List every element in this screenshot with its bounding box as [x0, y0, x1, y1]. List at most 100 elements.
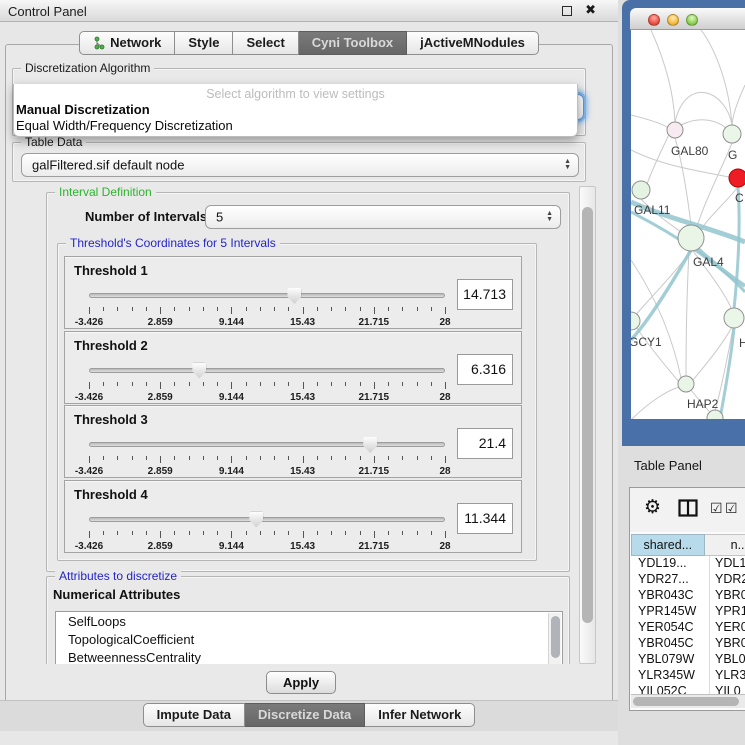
threshold-slider[interactable]: -3.4262.8599.14415.4321.71528 [89, 362, 445, 402]
zoom-traffic-light-icon[interactable] [686, 14, 698, 26]
threshold-value-field[interactable]: 14.713 [457, 279, 513, 310]
slider-thumb[interactable] [287, 288, 301, 304]
network-node-hap2[interactable] [678, 376, 694, 392]
table-row[interactable]: YBR043CYBR0 [631, 588, 745, 604]
threshold-slider[interactable]: -3.4262.8599.14415.4321.71528 [89, 511, 445, 551]
table-data-select[interactable]: galFiltered.sif default node ▲▼ [21, 153, 579, 177]
tab-jactivemnodules[interactable]: jActiveMNodules [407, 31, 539, 55]
network-node-g[interactable] [723, 125, 741, 143]
tick-mark [103, 456, 104, 460]
control-panel-tabbar: NetworkStyleSelectCyni ToolboxjActiveMNo… [0, 31, 618, 55]
tick-mark [388, 531, 389, 535]
table-row[interactable]: YBR045CYBR0 [631, 636, 745, 652]
thresholds-group-label: Threshold's Coordinates for 5 Intervals [66, 236, 280, 251]
cell-shared-name: YIL052C [638, 684, 687, 694]
table-row[interactable]: YIL052CYIL0 [631, 684, 745, 694]
tick-label: -3.426 [75, 392, 103, 403]
table-row[interactable]: YDL19...YDL1 [631, 556, 745, 572]
tab-discretize-data[interactable]: Discretize Data [245, 703, 365, 727]
attribute-item-betweennesscentrality[interactable]: BetweennessCentrality [56, 648, 562, 664]
settings-scrollbar-thumb[interactable] [582, 207, 593, 623]
table-row[interactable]: YPR145WYPR1 [631, 604, 745, 620]
slider-thumb[interactable] [363, 437, 377, 453]
numerical-attributes-list[interactable]: SelfLoopsTopologicalCoefficientBetweenne… [55, 611, 563, 664]
tick-mark [317, 382, 318, 386]
close-traffic-light-icon[interactable] [648, 14, 660, 26]
attributes-scrollbar-thumb[interactable] [551, 616, 560, 658]
threshold-label: Threshold 2 [74, 338, 148, 353]
column-header-name[interactable]: n... [705, 534, 745, 556]
interval-definition-group: Interval Definition Number of Intervals … [46, 192, 570, 572]
tick-mark [260, 382, 261, 386]
table-data-label: Table Data [21, 135, 86, 150]
number-of-intervals-select[interactable]: 5 ▲▼ [205, 205, 561, 229]
tick-mark [317, 307, 318, 311]
table-hscrollbar-thumb[interactable] [633, 697, 739, 706]
network-node-gal4[interactable] [678, 225, 704, 251]
network-node-h[interactable] [724, 308, 744, 328]
gear-icon[interactable]: ⚙ [644, 496, 661, 519]
column-header-shared[interactable]: shared... [631, 534, 705, 556]
slider-thumb[interactable] [249, 512, 263, 528]
checked-checkbox-icon[interactable]: ☑ [710, 500, 723, 517]
tick-mark [246, 531, 247, 535]
network-canvas[interactable]: GAL80GCGAL11GAL4GCY1HHAP2 [631, 30, 745, 419]
tick-mark [431, 531, 432, 535]
network-node-gal11[interactable] [632, 181, 650, 199]
node-label-gcy1: GCY1 [631, 335, 662, 349]
attribute-item-topologicalcoefficient[interactable]: TopologicalCoefficient [56, 630, 562, 648]
table-row[interactable]: YLR345WYLR3 [631, 668, 745, 684]
node-label-gal4: GAL4 [693, 255, 724, 269]
slider-thumb[interactable] [192, 363, 206, 379]
tick-mark [246, 307, 247, 311]
slider-track[interactable] [89, 517, 445, 522]
tick-mark [331, 307, 332, 311]
threshold-slider[interactable]: -3.4262.8599.14415.4321.71528 [89, 436, 445, 476]
cell-shared-name: YPR145W [638, 604, 696, 618]
tab-select[interactable]: Select [233, 31, 298, 55]
table-horizontal-scrollbar[interactable] [631, 694, 745, 708]
tick-mark [360, 307, 361, 311]
table-row[interactable]: YER054CYER0 [631, 620, 745, 636]
cell-shared-name: YBR045C [638, 636, 694, 650]
slider-track[interactable] [89, 293, 445, 298]
tick-mark [174, 382, 175, 386]
tab-infer-network[interactable]: Infer Network [365, 703, 475, 727]
tab-impute-data[interactable]: Impute Data [143, 703, 245, 727]
algorithm-option-manual-discretization[interactable]: Manual Discretization [16, 102, 568, 117]
close-icon[interactable]: ✖ [585, 2, 596, 18]
number-of-intervals-label: Number of Intervals [85, 209, 207, 224]
checked-checkbox-icon[interactable]: ☑ [725, 500, 738, 517]
threshold-slider[interactable]: -3.4262.8599.14415.4321.71528 [89, 287, 445, 327]
tick-mark [160, 456, 161, 463]
tick-mark [174, 456, 175, 460]
settings-vertical-scrollbar[interactable] [579, 186, 596, 664]
slider-track[interactable] [89, 442, 445, 447]
cell-shared-name: YLR345W [638, 668, 695, 682]
tick-mark [402, 456, 403, 460]
table-row[interactable]: YDR27...YDR2 [631, 572, 745, 588]
table-row[interactable]: YBL079WYBL0 [631, 652, 745, 668]
threshold-value-field[interactable]: 11.344 [457, 503, 513, 534]
split-columns-icon[interactable] [678, 499, 698, 517]
algorithm-option-equal-width-frequency-discretization[interactable]: Equal Width/Frequency Discretization [16, 118, 568, 133]
tick-label: 21.715 [359, 392, 390, 403]
network-edges [631, 30, 745, 419]
attribute-item-selfloops[interactable]: SelfLoops [56, 612, 562, 630]
network-node-c[interactable] [729, 169, 745, 187]
threshold-value-field[interactable]: 21.4 [457, 428, 513, 459]
tab-network[interactable]: Network [79, 31, 175, 55]
network-node-gal80[interactable] [667, 122, 683, 138]
threshold-value-field[interactable]: 6.316 [457, 354, 513, 385]
slider-track[interactable] [89, 368, 445, 373]
tick-mark [445, 382, 446, 389]
network-node-gcy1[interactable] [631, 312, 640, 330]
float-window-icon[interactable] [562, 6, 572, 16]
apply-button[interactable]: Apply [266, 671, 336, 694]
algorithm-hint-text: Select algorithm to view settings [14, 87, 577, 101]
tab-style[interactable]: Style [175, 31, 233, 55]
tick-mark [217, 531, 218, 535]
tab-cyni-toolbox[interactable]: Cyni Toolbox [299, 31, 407, 55]
minimize-traffic-light-icon[interactable] [667, 14, 679, 26]
attributes-scrollbar[interactable] [548, 613, 561, 664]
